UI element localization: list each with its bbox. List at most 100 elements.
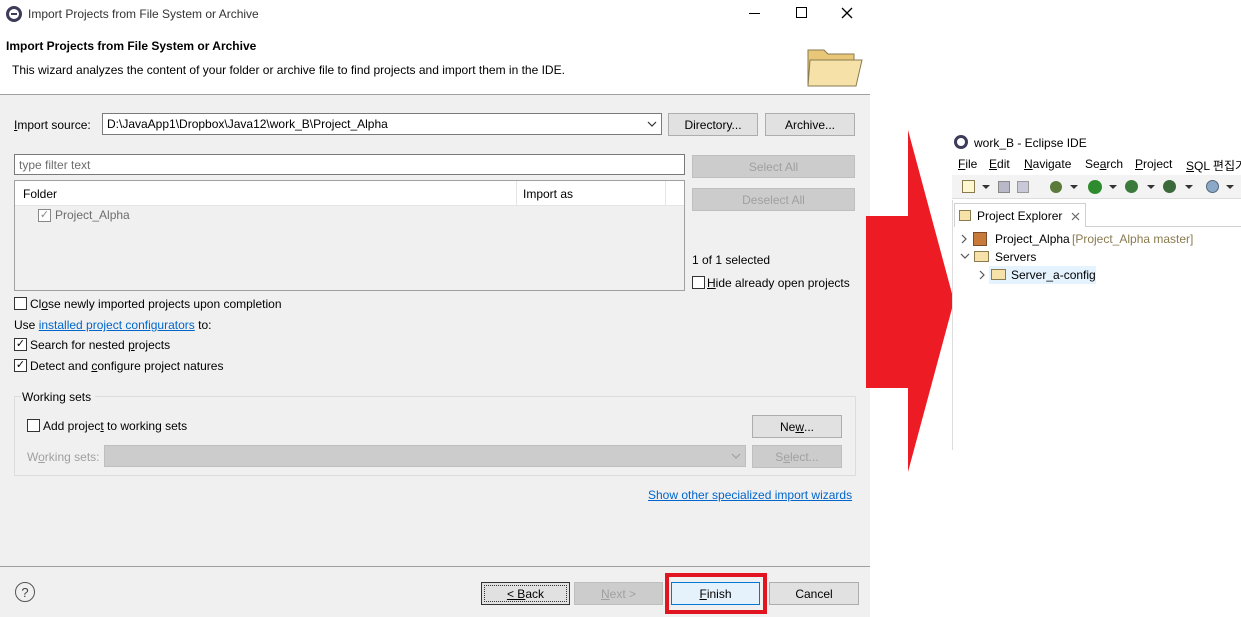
table-header: Folder Import as — [15, 181, 684, 206]
help-icon[interactable]: ? — [15, 582, 35, 602]
selection-count: 1 of 1 selected — [692, 253, 771, 267]
select-working-sets-button[interactable]: Se lect... — [752, 445, 842, 468]
add-working-sets-checkbox[interactable] — [27, 419, 40, 432]
dropdown-icon[interactable] — [1147, 185, 1155, 189]
menu-project[interactable]: Project — [1135, 157, 1172, 171]
menu-sql-editor[interactable]: SQL 편집기 — [1186, 157, 1241, 174]
tree-item[interactable]: Project_Alpha [Project_Alpha master] — [952, 230, 1241, 248]
use-suffix: to: — [198, 318, 212, 332]
chevron-down-icon — [647, 121, 657, 127]
java-project-icon — [973, 232, 987, 246]
filter-placeholder: type filter text — [19, 158, 91, 172]
folder-icon — [807, 49, 863, 87]
column-header-folder: Folder — [23, 187, 58, 201]
external-tools-icon[interactable] — [1206, 180, 1219, 193]
dropdown-icon[interactable] — [1109, 185, 1117, 189]
run-server-icon[interactable] — [1125, 180, 1138, 193]
chevron-down-icon — [731, 453, 741, 459]
wizard-header: Import Projects from File System or Arch… — [0, 28, 870, 95]
dropdown-icon[interactable] — [1185, 185, 1193, 189]
new-icon[interactable] — [962, 180, 975, 193]
add-working-sets-label: Add project to working sets — [43, 419, 188, 433]
wizard-header-description: This wizard analyzes the content of your… — [12, 63, 565, 77]
chevron-down-icon[interactable] — [960, 253, 970, 260]
git-decoration: [Project_Alpha master] — [1072, 232, 1194, 246]
stop-server-icon[interactable] — [1163, 180, 1176, 193]
detect-natures-label: Detect and configure project natures — [30, 359, 224, 373]
folder-icon — [974, 251, 989, 262]
view-tab-label: Project Explorer — [977, 209, 1063, 223]
ide-window-title: work_B - Eclipse IDE — [974, 136, 1087, 150]
eclipse-icon — [6, 6, 22, 22]
view-tab-underline — [1086, 226, 1241, 227]
footer-divider — [0, 566, 870, 567]
save-all-icon[interactable] — [1017, 181, 1029, 193]
run-icon[interactable] — [1088, 180, 1102, 194]
wizard-header-title: Import Projects from File System or Arch… — [6, 39, 257, 53]
dropdown-icon[interactable] — [1226, 185, 1234, 189]
working-sets-combo[interactable] — [104, 445, 746, 467]
tree-item-label: Project_Alpha — [995, 232, 1070, 246]
import-source-combo[interactable]: D:\JavaApp1\Dropbox\Java12\work_B\Projec… — [102, 113, 662, 135]
tree-item-label: Servers — [995, 250, 1037, 264]
column-divider — [516, 181, 517, 206]
archive-button[interactable]: Archive... — [765, 113, 855, 136]
ide-menubar: File Edit Navigate Search Project SQL 편집… — [952, 152, 1241, 174]
import-dialog: Import Projects from File System or Arch… — [0, 0, 870, 617]
use-prefix: Use — [14, 318, 36, 332]
search-nested-label: Search for nested projects — [30, 338, 171, 352]
minimize-button[interactable] — [749, 13, 760, 14]
save-icon[interactable] — [998, 181, 1010, 193]
eclipse-ide-window: work_B - Eclipse IDE File Edit Navigate … — [952, 130, 1241, 450]
dropdown-icon[interactable] — [982, 185, 990, 189]
row-checkbox[interactable]: ✓ — [38, 209, 51, 222]
search-nested-checkbox[interactable]: ✓ — [14, 338, 27, 351]
column-header-import-as: Import as — [523, 187, 574, 201]
chevron-right-icon[interactable] — [961, 234, 968, 244]
dropdown-icon[interactable] — [1070, 185, 1078, 189]
folder-icon — [991, 269, 1006, 280]
cancel-button[interactable]: Cancel — [769, 582, 859, 605]
menu-search[interactable]: Search — [1085, 157, 1123, 171]
directory-button[interactable]: Directory... — [668, 113, 758, 136]
dialog-titlebar: Import Projects from File System or Arch… — [0, 0, 870, 28]
select-all-button[interactable]: Select All — [692, 155, 855, 178]
menu-navigate[interactable]: Navigate — [1024, 157, 1071, 171]
tree-item-label: Server_a-config — [1011, 268, 1096, 282]
configurators-link[interactable]: installed project configurators — [39, 318, 195, 332]
new-working-set-button[interactable]: Ne w... — [752, 415, 842, 438]
maximize-button[interactable] — [796, 7, 807, 18]
project-explorer-tab[interactable]: Project Explorer — [954, 203, 1086, 227]
window-title: Import Projects from File System or Arch… — [28, 7, 259, 21]
import-source-value: D:\JavaApp1\Dropbox\Java12\work_B\Projec… — [107, 117, 388, 131]
projects-table: Folder Import as ✓ Project_Alpha — [14, 180, 685, 291]
project-explorer-icon — [959, 210, 971, 221]
detect-natures-checkbox[interactable]: ✓ — [14, 359, 27, 372]
show-other-wizards-link[interactable]: Show other specialized import wizards — [648, 488, 852, 502]
ide-toolbar — [952, 175, 1241, 199]
table-row[interactable]: ✓ Project_Alpha — [15, 206, 684, 224]
filter-input[interactable]: type filter text — [14, 154, 685, 175]
tree-item[interactable]: Server_a-config — [952, 266, 1241, 284]
debug-icon[interactable] — [1050, 181, 1062, 193]
close-icon[interactable] — [1071, 212, 1080, 221]
import-source-label: Import source: — [14, 118, 91, 132]
chevron-right-icon[interactable] — [979, 270, 986, 280]
eclipse-icon — [954, 135, 968, 149]
configurators-row: Use installed project configurators to: — [14, 318, 211, 332]
close-newly-imported-checkbox[interactable] — [14, 297, 27, 310]
menu-file[interactable]: File — [958, 157, 977, 171]
close-newly-imported-label: Close newly imported projects upon compl… — [30, 297, 282, 311]
menu-edit[interactable]: Edit — [989, 157, 1010, 171]
deselect-all-button[interactable]: Deselect All — [692, 188, 855, 211]
row-folder-name: Project_Alpha — [55, 208, 130, 222]
red-arrow-graphic — [866, 130, 954, 472]
close-icon[interactable] — [841, 7, 853, 19]
tree-item[interactable]: Servers — [952, 248, 1241, 266]
working-sets-label: Working sets: — [27, 450, 100, 464]
hide-open-projects-label: Hide already open projects — [707, 276, 850, 290]
finish-button[interactable]: Finish — [671, 582, 760, 605]
hide-open-projects-checkbox[interactable] — [692, 276, 705, 289]
next-button[interactable]: Next > — [574, 582, 663, 605]
back-button[interactable]: < Back — [481, 582, 570, 605]
